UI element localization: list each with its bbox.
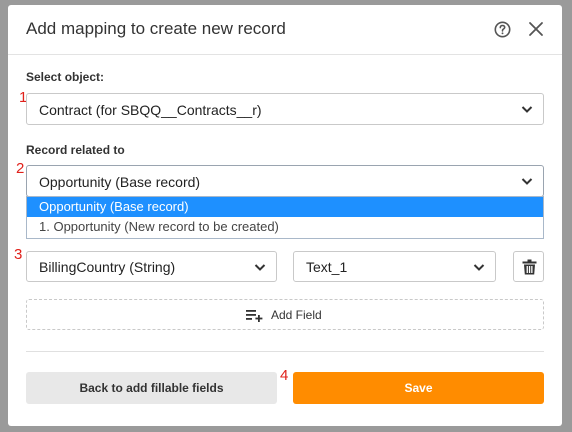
record-related-value: Opportunity (Base record) [39,174,201,190]
select-object-dropdown[interactable]: Contract (for SBQQ__Contracts__r) [26,93,544,125]
option-opportunity-new[interactable]: 1. Opportunity (New record to be created… [27,217,543,237]
chevron-down-icon [521,106,533,113]
option-opportunity-base[interactable]: Opportunity (Base record) [27,197,543,217]
record-related-label: Record related to [26,143,125,157]
step-marker-2: 2 [16,160,25,177]
chevron-down-icon [473,264,485,271]
chevron-down-icon [254,264,266,271]
playlist-add-icon [246,310,263,322]
dialog-title: Add mapping to create new record [26,19,286,38]
record-related-dropdown[interactable]: Opportunity (Base record) [26,165,544,197]
chevron-down-icon [521,178,533,185]
footer-divider [26,351,544,352]
delete-mapping-button[interactable] [513,251,544,282]
source-field-dropdown[interactable]: BillingCountry (String) [26,251,277,282]
close-icon[interactable] [527,20,545,38]
source-field-value: BillingCountry (String) [39,259,176,275]
select-object-label: Select object: [26,70,105,84]
select-object-value: Contract (for SBQQ__Contracts__r) [39,102,262,118]
dialog-header: Add mapping to create new record [8,5,562,55]
record-related-options-list: Opportunity (Base record) 1. Opportunity… [26,196,544,239]
add-mapping-dialog: Add mapping to create new record Select … [8,5,562,426]
save-button[interactable]: Save [293,372,544,404]
add-field-label: Add Field [271,308,322,322]
step-marker-3: 3 [14,246,23,263]
target-field-value: Text_1 [306,259,348,275]
back-to-fillable-fields-button[interactable]: Back to add fillable fields [26,372,277,404]
help-circle-icon[interactable] [494,21,511,38]
step-marker-4: 4 [280,367,289,384]
add-field-button[interactable]: Add Field [26,299,544,330]
target-field-dropdown[interactable]: Text_1 [293,251,496,282]
trash-icon [522,259,537,275]
